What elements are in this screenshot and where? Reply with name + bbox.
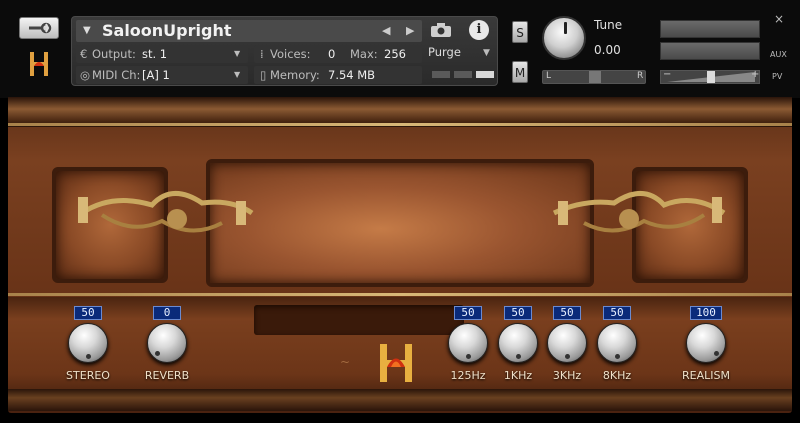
realism-value: 100 — [690, 306, 722, 320]
bottom-rail — [8, 389, 792, 411]
instrument-panel: ▼ SaloonUpright ◀ ▶ i € Output: st. 1 ▼ … — [71, 16, 498, 86]
stereo-value: 50 — [74, 306, 102, 320]
memory-value: 7.54 MB — [328, 68, 376, 82]
center-wood-panel — [206, 159, 594, 287]
eq-8khz-value: 50 — [603, 306, 631, 320]
midi-value: [A] 1 — [142, 68, 170, 82]
level-meter-left — [660, 20, 760, 38]
max-value[interactable]: 256 — [384, 47, 406, 61]
eq-1khz-value: 50 — [504, 306, 532, 320]
wrench-button[interactable] — [19, 17, 59, 39]
eq-3khz-knob[interactable] — [547, 323, 587, 363]
tune-label: Tune — [594, 18, 623, 32]
camera-icon[interactable] — [428, 21, 454, 39]
tune-knob[interactable] — [542, 16, 586, 60]
reverb-label: REVERB — [144, 369, 190, 382]
level-meter-right — [660, 42, 760, 60]
reverb-value: 0 — [153, 306, 181, 320]
output-label: Output: — [92, 47, 136, 61]
memory-field: ▯ Memory: 7.54 MB — [254, 66, 422, 84]
aux-button[interactable]: AUX — [770, 50, 787, 59]
voices-label: Voices: — [270, 47, 311, 61]
reverb-knob[interactable] — [147, 323, 187, 363]
left-candelabra — [78, 191, 254, 233]
gold-trim-lower — [8, 293, 792, 296]
close-button[interactable]: × — [774, 12, 784, 26]
logo-h-icon — [380, 344, 412, 382]
stereo-label: STEREO — [66, 369, 110, 382]
voices-icon: ⁞ — [260, 47, 264, 61]
pan-slider[interactable]: L R — [542, 70, 646, 84]
midi-label: MIDI Ch: — [92, 68, 141, 82]
logo-h-icon — [30, 52, 48, 76]
output-field[interactable]: € Output: st. 1 ▼ — [76, 45, 248, 63]
output-value: st. 1 — [142, 47, 168, 61]
volume-thumb[interactable] — [707, 71, 715, 83]
info-icon[interactable]: i — [469, 20, 489, 40]
output-icon: € — [80, 47, 88, 61]
memory-label: Memory: — [270, 68, 320, 82]
pan-thumb[interactable] — [589, 71, 601, 83]
activity-meter — [432, 71, 496, 79]
eq-8khz-knob[interactable] — [597, 323, 637, 363]
pan-right-label: R — [637, 71, 644, 81]
midi-icon: ◎ — [80, 68, 91, 82]
midi-caret-icon: ▼ — [234, 70, 241, 79]
right-candelabra — [552, 191, 726, 233]
wrench-icon — [29, 22, 52, 34]
gold-trim — [8, 123, 792, 126]
music-slot — [254, 305, 464, 335]
realism-label: REALISM — [682, 369, 730, 382]
kontakt-header: ▼ SaloonUpright ◀ ▶ i € Output: st. 1 ▼ … — [0, 0, 800, 98]
next-arrow-icon[interactable]: ▶ — [406, 24, 414, 37]
volume-plus: + — [751, 69, 760, 80]
stereo-knob[interactable] — [68, 323, 108, 363]
eq-125hz-knob[interactable] — [448, 323, 488, 363]
eq-1khz-knob[interactable] — [498, 323, 538, 363]
mute-button[interactable]: M — [512, 61, 528, 83]
eq-8khz-label: 8KHz — [602, 369, 632, 382]
instrument-name: SaloonUpright — [102, 21, 232, 40]
purge-caret-icon[interactable]: ▼ — [483, 48, 490, 58]
prev-arrow-icon[interactable]: ◀ — [382, 24, 390, 37]
voices-field: ⁞ Voices: 0 Max: 256 — [254, 45, 422, 63]
max-label: Max: — [350, 47, 378, 61]
voices-value: 0 — [328, 47, 336, 61]
eq-3khz-value: 50 — [553, 306, 581, 320]
solo-button[interactable]: S — [512, 21, 528, 43]
volume-slider[interactable]: − + — [660, 69, 760, 84]
dropdown-caret-icon[interactable]: ▼ — [83, 25, 91, 36]
instrument-name-row[interactable]: ▼ SaloonUpright ◀ ▶ — [76, 20, 422, 42]
output-caret-icon: ▼ — [234, 49, 241, 58]
midi-channel-field[interactable]: ◎ MIDI Ch: [A] 1 ▼ — [76, 66, 248, 84]
pv-button[interactable]: PV — [772, 72, 782, 81]
realism-knob[interactable] — [686, 323, 726, 363]
engraved-script: ~ — [340, 355, 351, 369]
tune-value: 0.00 — [594, 43, 621, 57]
pan-left-label: L — [546, 71, 552, 81]
eq-125hz-value: 50 — [454, 306, 482, 320]
memory-icon: ▯ — [260, 68, 267, 82]
